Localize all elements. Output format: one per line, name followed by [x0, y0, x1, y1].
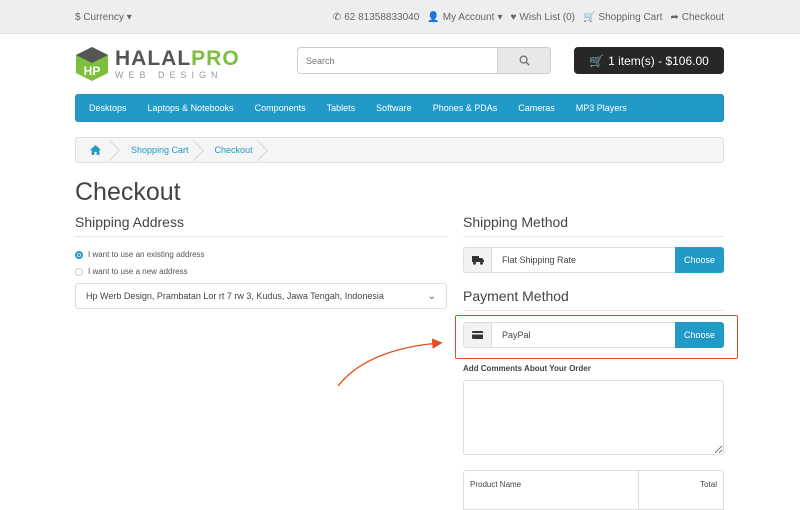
logo-mark-icon: HP	[76, 47, 108, 81]
shopping-cart-label: Shopping Cart	[598, 12, 663, 23]
cart-icon: 🛒	[582, 11, 596, 23]
shipping-method-heading: Shipping Method	[463, 214, 724, 237]
annotation-arrow-icon	[337, 338, 443, 387]
breadcrumb-home[interactable]	[76, 138, 119, 162]
my-account-dropdown[interactable]: 👤 My Account ▾	[427, 12, 502, 23]
address-select[interactable]: Hp Werb Design, Prambatan Lor rt 7 rw 3,…	[75, 283, 447, 309]
search-icon	[519, 55, 530, 66]
comments-label: Add Comments About Your Order	[463, 364, 591, 373]
address-select-value: Hp Werb Design, Prambatan Lor rt 7 rw 3,…	[86, 291, 384, 301]
logo-tagline: WEB DESIGN	[115, 69, 223, 80]
radio-existing-address[interactable]: I want to use an existing address	[75, 250, 205, 259]
radio-new-label: I want to use a new address	[88, 267, 188, 276]
nav-item-mp3[interactable]: MP3 Players	[576, 103, 627, 113]
logo-text: HALALPRO	[115, 46, 240, 70]
site-logo[interactable]: HP HALALPRO WEB DESIGN	[75, 46, 240, 82]
truck-icon	[464, 248, 492, 272]
phone-icon: ✆	[332, 11, 342, 23]
search-bar	[297, 47, 551, 74]
svg-text:HP: HP	[84, 64, 101, 78]
currency-label: $ Currency	[75, 12, 124, 23]
radio-existing-label: I want to use an existing address	[88, 250, 205, 259]
breadcrumb-shopping-cart[interactable]: Shopping Cart	[119, 138, 203, 162]
shopping-cart-link[interactable]: 🛒 Shopping Cart	[583, 12, 662, 23]
radio-new-address[interactable]: I want to use a new address	[75, 267, 188, 276]
comments-textarea[interactable]	[463, 380, 724, 455]
checkout-link[interactable]: ➦ Checkout	[670, 12, 724, 23]
phone-link[interactable]: ✆ 62 81358833040	[333, 12, 419, 23]
annotation-highlight-box	[455, 315, 738, 359]
chevron-down-icon: ⌄	[427, 291, 436, 302]
wishlist-label: Wish List (0)	[519, 12, 575, 23]
my-account-label: My Account	[442, 12, 495, 23]
search-input[interactable]	[297, 47, 497, 74]
phone-number: 62 81358833040	[344, 12, 420, 23]
nav-item-software[interactable]: Software	[376, 103, 412, 113]
caret-down-icon: ▾	[497, 11, 503, 23]
nav-item-cameras[interactable]: Cameras	[518, 103, 555, 113]
product-name-header: Product Name	[464, 471, 639, 509]
cart-button-label: 1 item(s) - $106.00	[608, 53, 709, 68]
product-table-header: Product Name Total	[463, 470, 724, 510]
heart-icon: ♥	[510, 11, 517, 23]
cart-button[interactable]: 🛒 1 item(s) - $106.00	[574, 47, 724, 74]
checkout-label: Checkout	[681, 12, 724, 23]
breadcrumb-checkout[interactable]: Checkout	[203, 138, 267, 162]
search-button[interactable]	[497, 47, 551, 74]
payment-method-heading: Payment Method	[463, 288, 724, 311]
caret-down-icon: ▾	[126, 12, 132, 23]
choose-shipping-button[interactable]: Choose	[675, 247, 724, 273]
currency-dropdown[interactable]: $ Currency ▾	[75, 12, 132, 23]
shipping-method-value: Flat Shipping Rate	[502, 255, 577, 265]
cart-icon: 🛒	[589, 53, 605, 68]
top-bar: $ Currency ▾ ✆ 62 81358833040 👤 My Accou…	[0, 0, 800, 34]
share-icon: ➦	[670, 11, 679, 23]
nav-item-phones[interactable]: Phones & PDAs	[433, 103, 498, 113]
nav-item-components[interactable]: Components	[255, 103, 306, 113]
shipping-method-row: Flat Shipping Rate Choose	[463, 247, 724, 273]
wishlist-link[interactable]: ♥ Wish List (0)	[510, 12, 575, 23]
nav-item-laptops[interactable]: Laptops & Notebooks	[148, 103, 234, 113]
user-icon: 👤	[427, 11, 440, 23]
main-nav: Desktops Laptops & Notebooks Components …	[75, 94, 724, 122]
radio-unchecked-icon	[75, 267, 83, 276]
breadcrumb: Shopping Cart Checkout	[75, 137, 724, 163]
shipping-address-heading: Shipping Address	[75, 214, 447, 237]
total-header: Total	[700, 480, 717, 489]
radio-checked-icon	[75, 250, 83, 259]
page-title: Checkout	[75, 178, 181, 206]
nav-item-tablets[interactable]: Tablets	[327, 103, 356, 113]
home-icon	[90, 145, 101, 155]
nav-item-desktops[interactable]: Desktops	[89, 103, 127, 113]
